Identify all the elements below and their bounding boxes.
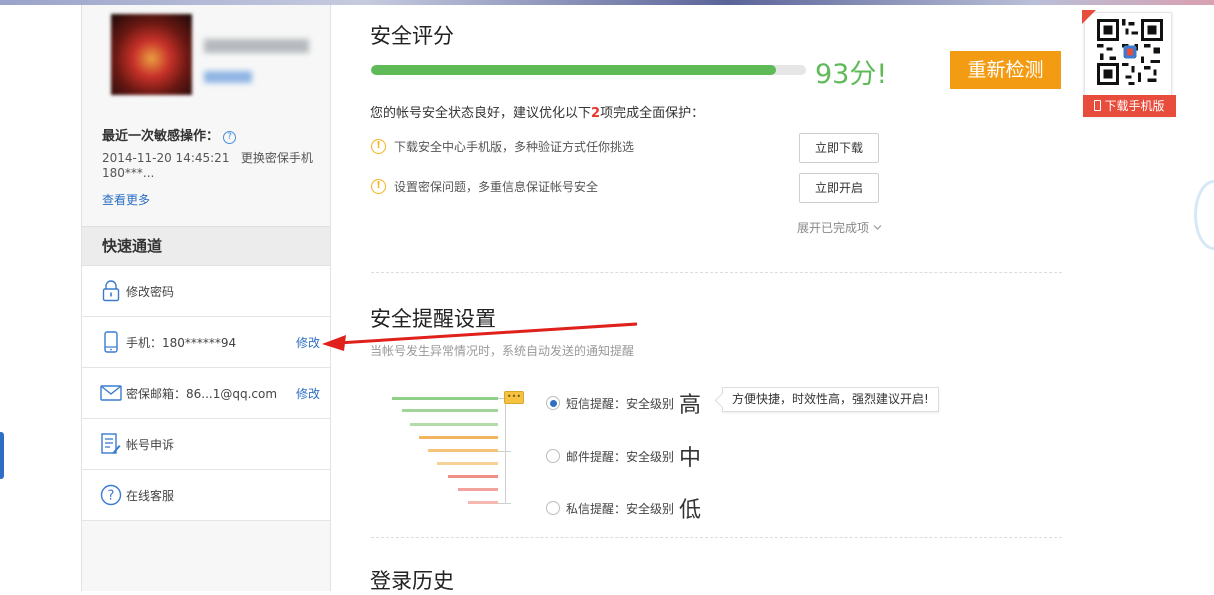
recent-phone: 180***... <box>102 166 155 180</box>
qr-download-card[interactable]: 下载手机版 <box>1082 10 1176 117</box>
security-progress-bar <box>371 65 806 75</box>
sms-radio[interactable] <box>546 396 560 410</box>
message-reminder-option[interactable]: 私信提醒：安全级别 低 <box>546 492 701 524</box>
enable-now-button[interactable]: 立即开启 <box>799 173 879 203</box>
sidebar-item-label: 手机：180******94 <box>126 335 237 350</box>
right-edge-widget[interactable] <box>1194 180 1214 250</box>
tip-text: 设置密保问题，多重信息保证帐号安全 <box>394 180 599 194</box>
warning-icon: ! <box>371 139 386 154</box>
see-more-link[interactable]: 查看更多 <box>102 191 150 208</box>
level-bar <box>428 449 498 452</box>
level-bar <box>419 436 498 439</box>
user-link-blurred[interactable] <box>204 71 252 83</box>
status-count: 2 <box>591 106 601 121</box>
quick-access-header: 快速通道 <box>82 226 330 266</box>
message-radio[interactable] <box>546 501 560 515</box>
email-reminder-option[interactable]: 邮件提醒：安全级别 中 <box>546 440 701 472</box>
tip-text: 下载安全中心手机版，多种验证方式任你挑选 <box>394 140 635 154</box>
sidebar-item-phone: 手机：180******94 修改 <box>82 317 330 368</box>
level-bar <box>402 409 498 412</box>
sms-tooltip: 方便快捷，时效性高，强烈建议开启! <box>722 387 939 412</box>
qr-badge-label: 下载手机版 <box>1104 99 1165 113</box>
mobile-phone-icon <box>100 330 122 354</box>
reminder-subtitle: 当帐号发生异常情况时，系统自动发送的通知提醒 <box>370 344 635 358</box>
sidebar-item-label: 帐号申诉 <box>126 437 175 452</box>
bracket-tick <box>498 451 511 452</box>
security-score-title: 安全评分 <box>370 24 454 48</box>
sidebar-item-label: 在线客服 <box>126 488 175 503</box>
username-blurred <box>204 39 309 53</box>
level-tag-marker: ••• <box>504 391 524 404</box>
edit-phone-link[interactable]: 修改 <box>296 334 320 351</box>
sidebar-item-email: 密保邮箱：86...1@qq.com 修改 <box>82 368 330 419</box>
download-mobile-badge[interactable]: 下载手机版 <box>1083 95 1176 117</box>
recent-action: 更换密保手机 <box>240 151 313 165</box>
chevron-down-icon <box>873 225 882 230</box>
help-icon[interactable]: ? <box>223 131 237 144</box>
option-label: 邮件提醒：安全级别 <box>566 449 675 464</box>
bracket-tick <box>498 503 511 504</box>
status-prefix: 您的帐号安全状态良好，建议优化以下 <box>370 106 592 121</box>
level-medium: 中 <box>679 446 702 471</box>
recent-operation-label: 最近一次敏感操作： <box>102 129 220 144</box>
level-high: 高 <box>679 393 702 418</box>
status-suffix: 项完成全面保护： <box>600 106 705 121</box>
expand-completed-link[interactable]: 展开已完成项 <box>797 219 882 236</box>
sidebar-item-label: 密保邮箱：86...1@qq.com <box>126 386 278 401</box>
reminder-title: 安全提醒设置 <box>370 307 496 331</box>
recheck-button[interactable]: 重新检测 <box>950 51 1061 89</box>
expand-label: 展开已完成项 <box>797 221 870 235</box>
level-bars-graphic <box>390 396 515 508</box>
qr-corner-ribbon <box>1082 10 1096 24</box>
qr-code-image <box>1097 19 1163 85</box>
sidebar-item-label: 修改密码 <box>126 284 175 299</box>
sidebar-item-change-password[interactable]: 修改密码 <box>82 266 330 317</box>
avatar[interactable] <box>111 14 192 95</box>
bracket-line <box>498 396 506 504</box>
lock-icon <box>100 279 122 303</box>
recent-operation-title: 最近一次敏感操作：? <box>102 125 237 144</box>
level-bar <box>410 423 498 426</box>
option-label: 私信提醒：安全级别 <box>566 501 675 516</box>
level-bar <box>458 488 498 491</box>
left-edge-tab[interactable] <box>0 432 4 479</box>
level-bar <box>392 397 498 400</box>
section-divider <box>371 272 1062 273</box>
sidebar: 最近一次敏感操作：? 2014-11-20 14:45:21 更换密保手机 18… <box>81 5 331 591</box>
recent-operation-detail: 2014-11-20 14:45:21 更换密保手机 180***... <box>102 151 322 181</box>
question-circle-icon: ? <box>100 483 122 507</box>
phone-icon <box>1094 100 1102 111</box>
sidebar-item-appeal[interactable]: 帐号申诉 <box>82 419 330 470</box>
security-progress-fill <box>371 65 776 75</box>
document-edit-icon <box>100 432 122 456</box>
svg-text:?: ? <box>108 489 115 504</box>
security-score: 93分! <box>815 59 888 90</box>
warning-icon: ! <box>371 179 386 194</box>
recent-time: 2014-11-20 14:45:21 <box>102 151 230 165</box>
email-radio[interactable] <box>546 449 560 463</box>
level-low: 低 <box>679 498 702 523</box>
security-status-line: 您的帐号安全状态良好，建议优化以下2项完成全面保护： <box>370 102 704 121</box>
section-divider <box>371 537 1062 538</box>
edit-email-link[interactable]: 修改 <box>296 385 320 402</box>
level-bar <box>437 462 498 465</box>
download-now-button[interactable]: 立即下载 <box>799 133 879 163</box>
option-label: 短信提醒：安全级别 <box>566 396 675 411</box>
level-bar <box>448 475 498 478</box>
sidebar-item-online-service[interactable]: ? 在线客服 <box>82 470 330 521</box>
level-bar <box>468 501 498 504</box>
sms-reminder-option[interactable]: 短信提醒：安全级别 高 <box>546 387 701 419</box>
tip-row: ! 下载安全中心手机版，多种验证方式任你挑选 <box>371 138 634 155</box>
tip-row: ! 设置密保问题，多重信息保证帐号安全 <box>371 178 598 195</box>
mail-icon <box>100 381 122 405</box>
